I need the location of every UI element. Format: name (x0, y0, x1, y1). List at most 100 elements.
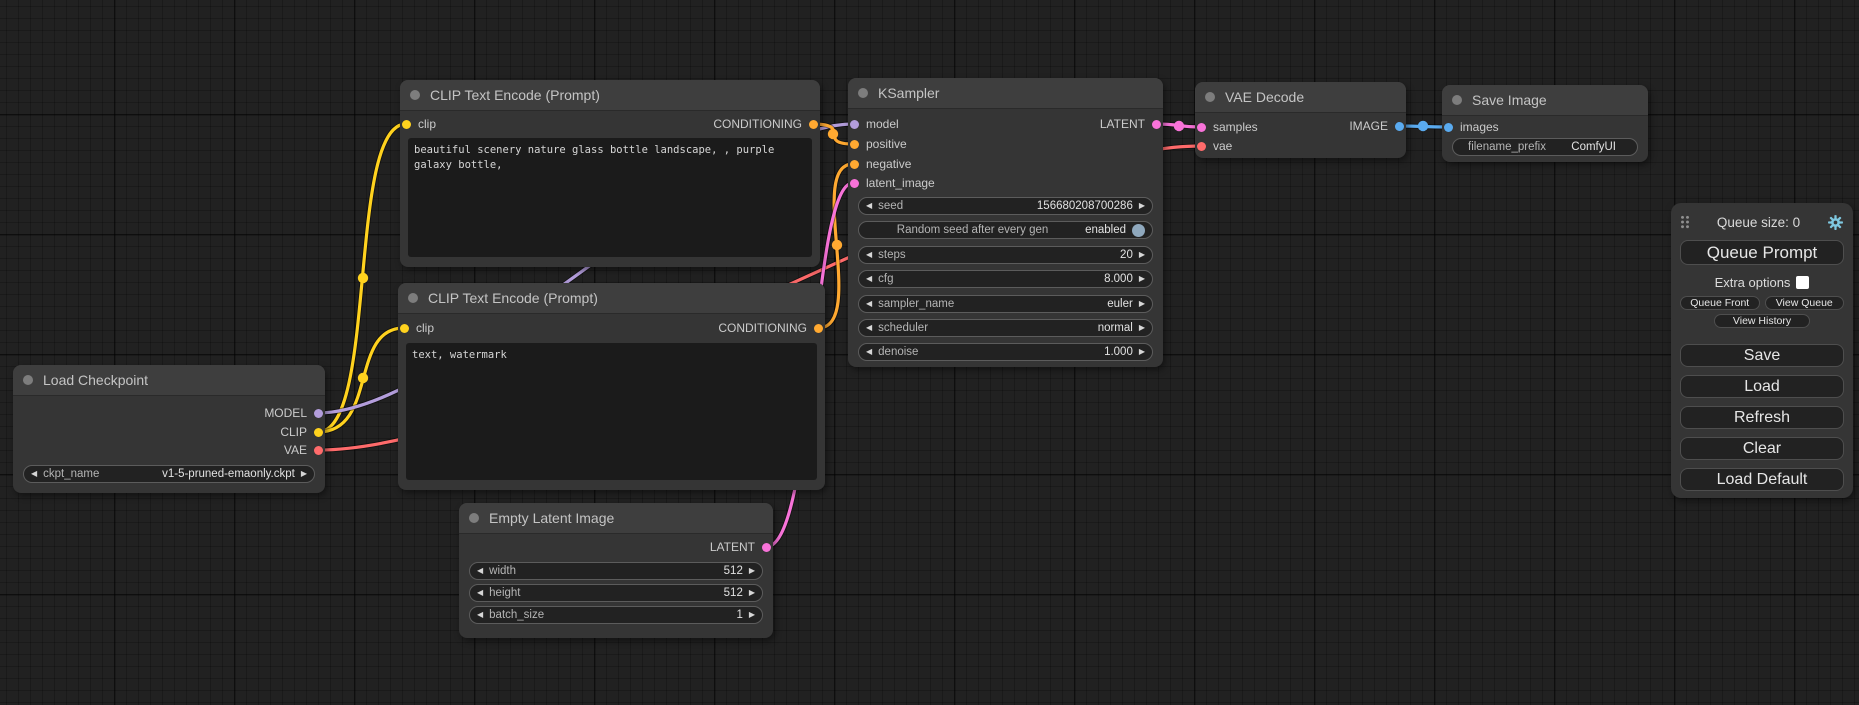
node-load_checkpoint[interactable]: Load CheckpointMODELCLIPVAE◀ckpt_namev1-… (13, 365, 325, 493)
output-dot-LATENT[interactable] (762, 543, 771, 552)
stepper-left-icon[interactable]: ◀ (866, 246, 872, 264)
input-dot-vae[interactable] (1197, 142, 1206, 151)
input-port-clip[interactable]: clip (398, 319, 434, 337)
drag-handle-icon[interactable] (1680, 215, 1690, 229)
widget-seed[interactable]: ◀seed156680208700286▶ (858, 197, 1153, 215)
output-dot-VAE[interactable] (314, 446, 323, 455)
output-port-CONDITIONING[interactable]: CONDITIONING (718, 319, 825, 337)
collapse-dot-icon[interactable] (1205, 92, 1215, 102)
input-dot-model[interactable] (850, 120, 859, 129)
refresh-button[interactable]: Refresh (1680, 406, 1844, 429)
input-port-samples[interactable]: samples (1195, 118, 1258, 136)
output-dot-MODEL[interactable] (314, 409, 323, 418)
stepper-right-icon[interactable]: ▶ (749, 606, 755, 624)
output-port-IMAGE[interactable]: IMAGE (1349, 117, 1406, 135)
load-default-button[interactable]: Load Default (1680, 468, 1844, 491)
stepper-right-icon[interactable]: ▶ (749, 562, 755, 580)
prompt-textarea[interactable]: beautiful scenery nature glass bottle la… (408, 138, 812, 257)
stepper-right-icon[interactable]: ▶ (1139, 319, 1145, 337)
input-dot-negative[interactable] (850, 160, 859, 169)
stepper-left-icon[interactable]: ◀ (866, 295, 872, 313)
output-dot-CONDITIONING[interactable] (809, 120, 818, 129)
output-port-LATENT[interactable]: LATENT (1100, 115, 1163, 133)
input-port-images[interactable]: images (1442, 118, 1499, 136)
input-dot-clip[interactable] (402, 120, 411, 129)
output-port-LATENT[interactable]: LATENT (710, 538, 773, 556)
widget-steps[interactable]: ◀steps20▶ (858, 246, 1153, 264)
input-port-clip[interactable]: clip (400, 115, 436, 133)
node-empty_latent[interactable]: Empty Latent ImageLATENT◀width512▶◀heigh… (459, 503, 773, 638)
node-vae_decode[interactable]: VAE Decode samplesvae IMAGE (1195, 82, 1406, 158)
stepper-left-icon[interactable]: ◀ (866, 343, 872, 361)
stepper-right-icon[interactable]: ▶ (301, 465, 307, 483)
node-clip2[interactable]: CLIP Text Encode (Prompt) clip CONDITIONIN… (398, 283, 825, 490)
prompt-textarea[interactable]: text, watermark (406, 343, 817, 480)
collapse-dot-icon[interactable] (408, 293, 418, 303)
node-title[interactable]: CLIP Text Encode (Prompt) (398, 283, 825, 314)
save-button[interactable]: Save (1680, 344, 1844, 367)
output-port-VAE[interactable]: VAE (284, 441, 325, 459)
input-port-vae[interactable]: vae (1195, 137, 1232, 155)
input-port-negative[interactable]: negative (848, 155, 911, 173)
stepper-left-icon[interactable]: ◀ (477, 562, 483, 580)
input-dot-images[interactable] (1444, 123, 1453, 132)
widget-cfg[interactable]: ◀cfg8.000▶ (858, 270, 1153, 288)
input-port-positive[interactable]: positive (848, 135, 907, 153)
link-midpoint-dot[interactable] (1174, 121, 1184, 131)
input-dot-clip[interactable] (400, 324, 409, 333)
node-title[interactable]: Load Checkpoint (13, 365, 325, 396)
node-graph-canvas[interactable]: Load CheckpointMODELCLIPVAE◀ckpt_namev1-… (0, 0, 1859, 705)
node-clip1[interactable]: CLIP Text Encode (Prompt)clipCONDITIONIN… (400, 80, 820, 267)
stepper-right-icon[interactable]: ▶ (1139, 246, 1145, 264)
output-dot-IMAGE[interactable] (1395, 122, 1404, 131)
load-button[interactable]: Load (1680, 375, 1844, 398)
input-dot-latent_image[interactable] (850, 179, 859, 188)
output-dot-LATENT[interactable] (1152, 120, 1161, 129)
link-midpoint-dot[interactable] (828, 129, 838, 139)
stepper-left-icon[interactable]: ◀ (866, 270, 872, 288)
toggle-icon[interactable] (1132, 224, 1145, 237)
stepper-left-icon[interactable]: ◀ (866, 197, 872, 215)
collapse-dot-icon[interactable] (410, 90, 420, 100)
node-title[interactable]: VAE Decode (1195, 82, 1406, 113)
input-dot-positive[interactable] (850, 140, 859, 149)
input-port-model[interactable]: model (848, 115, 899, 133)
link-midpoint-dot[interactable] (1418, 121, 1428, 131)
output-dot-CLIP[interactable] (314, 428, 323, 437)
widget-height[interactable]: ◀height512▶ (469, 584, 763, 602)
link-midpoint-dot[interactable] (832, 240, 842, 250)
widget-batch_size[interactable]: ◀batch_size1▶ (469, 606, 763, 624)
node-ksampler[interactable]: KSampler model positive negativelatent_imag… (848, 78, 1163, 367)
stepper-left-icon[interactable]: ◀ (866, 319, 872, 337)
widget-sampler_name[interactable]: ◀sampler_nameeuler▶ (858, 295, 1153, 313)
stepper-right-icon[interactable]: ▶ (1139, 343, 1145, 361)
widget-width[interactable]: ◀width512▶ (469, 562, 763, 580)
input-port-latent_image[interactable]: latent_image (848, 174, 935, 192)
queue-prompt-button[interactable]: Queue Prompt (1680, 240, 1844, 265)
widget-filename_prefix[interactable]: filename_prefixComfyUI (1452, 138, 1638, 156)
output-port-CONDITIONING[interactable]: CONDITIONING (713, 115, 820, 133)
input-dot-samples[interactable] (1197, 123, 1206, 132)
collapse-dot-icon[interactable] (469, 513, 479, 523)
collapse-dot-icon[interactable] (23, 375, 33, 385)
collapse-dot-icon[interactable] (1452, 95, 1462, 105)
node-title[interactable]: KSampler (848, 78, 1163, 109)
widget-scheduler[interactable]: ◀schedulernormal▶ (858, 319, 1153, 337)
gear-icon[interactable] (1827, 214, 1844, 231)
stepper-left-icon[interactable]: ◀ (31, 465, 37, 483)
output-dot-CONDITIONING[interactable] (814, 324, 823, 333)
view-queue-button[interactable]: View Queue (1765, 296, 1845, 310)
view-history-button[interactable]: View History (1714, 314, 1810, 328)
stepper-left-icon[interactable]: ◀ (477, 584, 483, 602)
output-port-CLIP[interactable]: CLIP (280, 423, 325, 441)
stepper-right-icon[interactable]: ▶ (1139, 197, 1145, 215)
node-title[interactable]: Save Image (1442, 85, 1648, 116)
stepper-right-icon[interactable]: ▶ (1139, 295, 1145, 313)
link-midpoint-dot[interactable] (358, 273, 368, 283)
node-save_image[interactable]: Save Image images filename_prefixComfyUI (1442, 85, 1648, 162)
stepper-left-icon[interactable]: ◀ (477, 606, 483, 624)
output-port-MODEL[interactable]: MODEL (264, 404, 325, 422)
clear-button[interactable]: Clear (1680, 437, 1844, 460)
widget-denoise[interactable]: ◀denoise1.000▶ (858, 343, 1153, 361)
collapse-dot-icon[interactable] (858, 88, 868, 98)
